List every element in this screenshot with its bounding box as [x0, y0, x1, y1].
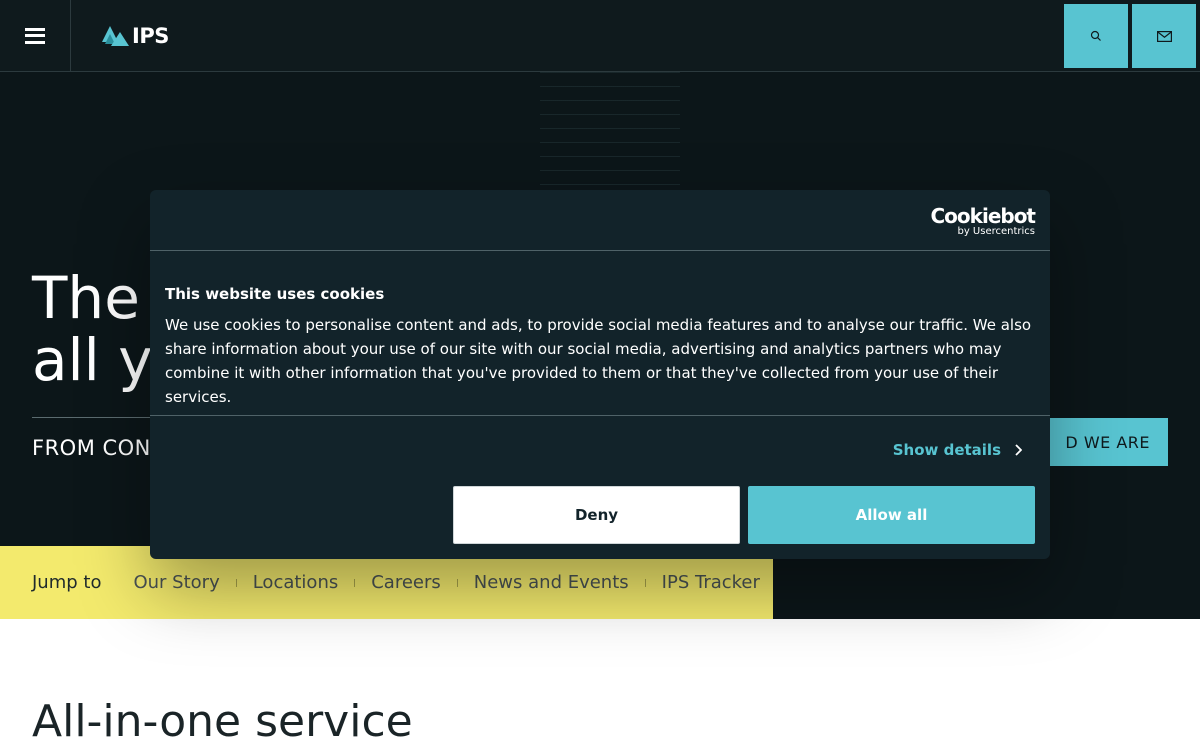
jump-link-our-story[interactable]: Our Story — [133, 572, 219, 593]
chevron-right-icon — [1015, 444, 1022, 456]
menu-button[interactable] — [0, 0, 71, 71]
jump-separator — [456, 578, 458, 587]
hero-background-graphic — [540, 72, 680, 192]
site-logo[interactable]: IPS — [100, 24, 169, 48]
jump-separator — [235, 578, 237, 587]
hamburger-icon — [25, 27, 45, 44]
jump-separator — [644, 578, 646, 587]
cookie-dialog-body: We use cookies to personalise content an… — [165, 316, 1032, 406]
show-details-link[interactable]: Show details — [893, 441, 1022, 459]
cookie-dialog-title: This website uses cookies — [165, 285, 385, 303]
contact-button[interactable] — [1132, 4, 1196, 68]
mail-icon — [1156, 30, 1172, 42]
site-header: IPS — [0, 0, 1200, 72]
dialog-divider — [150, 415, 1050, 416]
jump-link-locations[interactable]: Locations — [253, 572, 339, 593]
deny-button[interactable]: Deny — [453, 486, 740, 544]
hero-title: The all y — [32, 267, 153, 391]
logo-text: IPS — [132, 24, 169, 48]
jump-separator — [354, 578, 356, 587]
jump-to-label: Jump to — [32, 572, 102, 593]
search-button[interactable] — [1064, 4, 1128, 68]
section-title: All-in-one service — [32, 696, 413, 747]
show-details-label: Show details — [892, 441, 1001, 459]
jump-link-careers[interactable]: Careers — [371, 572, 441, 593]
cookiebot-brand: Cookiebot — [930, 204, 1036, 228]
jump-link-ips-tracker[interactable]: IPS Tracker — [662, 572, 760, 593]
cookie-consent-dialog: Cookiebot by Usercentrics This website u… — [150, 190, 1050, 559]
search-icon — [1090, 30, 1101, 41]
hero-subtitle: FROM CON — [32, 436, 151, 460]
logo-triangles-icon — [102, 26, 129, 46]
allow-all-button[interactable]: Allow all — [748, 486, 1035, 544]
hero-title-line-2: all y — [32, 326, 153, 394]
jump-link-news-and-events[interactable]: News and Events — [474, 572, 629, 593]
dialog-divider — [150, 250, 1050, 251]
cookiebot-logo: Cookiebot by Usercentrics — [931, 204, 1036, 237]
hero-title-line-1: The — [32, 264, 140, 332]
